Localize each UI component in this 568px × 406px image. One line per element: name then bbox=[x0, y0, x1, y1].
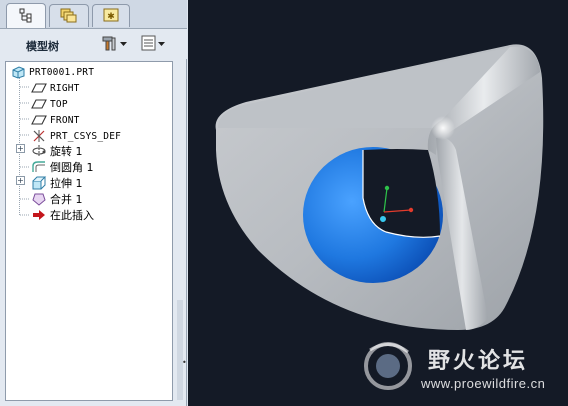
sash-grip-icon[interactable]: • bbox=[182, 358, 187, 367]
part-icon bbox=[10, 65, 26, 79]
favorites-icon: ✱ bbox=[102, 7, 120, 26]
tree-item-front[interactable]: FRONT bbox=[31, 112, 80, 128]
axis-z bbox=[380, 216, 386, 222]
tab-favorites[interactable]: ✱ bbox=[92, 4, 130, 27]
tab-folder-browser[interactable] bbox=[49, 4, 89, 27]
chevron-down-icon bbox=[120, 38, 128, 51]
merge-icon bbox=[31, 192, 47, 206]
tree-item-top[interactable]: TOP bbox=[31, 96, 68, 112]
tree-item-root-part[interactable]: PRT0001.PRT bbox=[10, 64, 94, 80]
show-settings-button[interactable] bbox=[100, 35, 128, 53]
revolve-icon bbox=[31, 144, 47, 158]
tree-item-merge[interactable]: 合并 1 bbox=[31, 191, 83, 207]
tree-item-label: PRT_CSYS_DEF bbox=[50, 130, 122, 142]
model-specular bbox=[431, 116, 455, 140]
tree-expand-toggle[interactable]: + bbox=[16, 144, 25, 153]
datum-plane-icon bbox=[31, 97, 47, 111]
insert-here-arrow-icon bbox=[31, 208, 47, 222]
tree-item-csys[interactable]: PRT_CSYS_DEF bbox=[31, 128, 121, 144]
tree-item-label: PRT0001.PRT bbox=[29, 66, 95, 78]
tab-model-tree[interactable] bbox=[6, 3, 46, 28]
tree-item-label: TOP bbox=[50, 98, 68, 110]
tree-item-label: 旋转 1 bbox=[50, 145, 83, 158]
folder-icon bbox=[59, 7, 79, 26]
hammer-tools-icon bbox=[100, 34, 120, 55]
round-icon bbox=[31, 160, 47, 174]
columns-list-icon bbox=[140, 34, 158, 55]
tree-title: 模型树 bbox=[26, 40, 59, 53]
tree-expand-toggle[interactable]: + bbox=[16, 176, 25, 185]
watermark-logo bbox=[364, 342, 412, 390]
tree-item-round[interactable]: 倒圆角 1 bbox=[31, 159, 94, 175]
tree-item-label: FRONT bbox=[50, 114, 80, 126]
tree-columns-button[interactable] bbox=[140, 35, 166, 53]
watermark-url: www.proewildfire.cn bbox=[421, 376, 546, 391]
svg-text:✱: ✱ bbox=[107, 12, 115, 22]
extrude-icon bbox=[31, 176, 47, 190]
tree-header: 模型树 bbox=[0, 29, 187, 59]
datum-plane-icon bbox=[31, 81, 47, 95]
tree-item-revolve[interactable]: 旋转 1 bbox=[31, 143, 83, 159]
chevron-down-icon bbox=[158, 38, 166, 51]
navigator-tabbar: ✱ bbox=[0, 0, 187, 29]
tree-item-insert-here[interactable]: 在此插入 bbox=[31, 207, 94, 223]
datum-plane-icon bbox=[31, 113, 47, 127]
model-tree-tab-icon bbox=[18, 7, 34, 26]
tree-item-extrude[interactable]: 拉伸 1 bbox=[31, 175, 83, 191]
csys-icon bbox=[31, 129, 47, 143]
tree-item-label: 拉伸 1 bbox=[50, 177, 83, 190]
model-tree-panel: ✱ 模型树 PRT0001.PRT RIGHT TOP FRONT PRT_CS… bbox=[0, 0, 187, 406]
panel-sash[interactable] bbox=[177, 300, 183, 400]
tree-item-label: 倒圆角 1 bbox=[50, 161, 94, 174]
tree-item-label: 合并 1 bbox=[50, 193, 83, 206]
watermark-title: 野火论坛 bbox=[428, 349, 529, 374]
model-tree: PRT0001.PRT RIGHT TOP FRONT PRT_CSYS_DEF bbox=[5, 61, 173, 401]
tree-item-label: 在此插入 bbox=[50, 209, 94, 222]
tree-item-label: RIGHT bbox=[50, 82, 80, 94]
tree-item-right[interactable]: RIGHT bbox=[31, 80, 80, 96]
